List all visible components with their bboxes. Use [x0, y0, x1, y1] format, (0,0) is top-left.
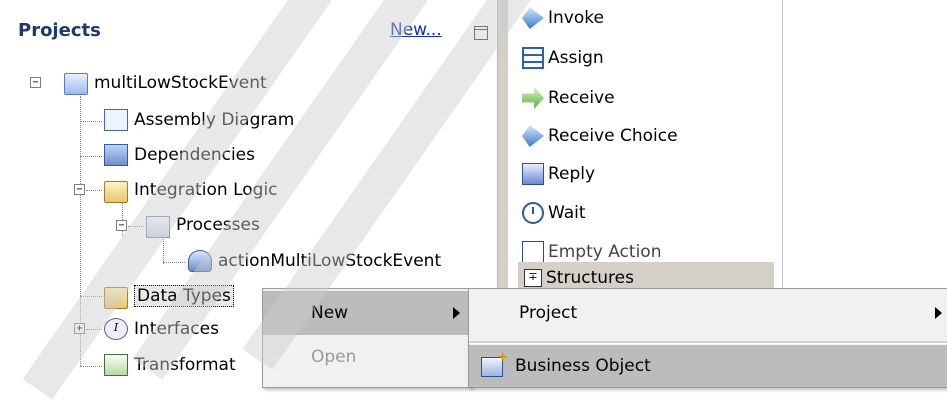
- palette-item-wait[interactable]: Wait: [522, 199, 586, 227]
- tree-item-label: Processes: [176, 215, 260, 235]
- menu-separator: [469, 341, 947, 344]
- palette-item-reply[interactable]: Reply: [522, 160, 595, 188]
- menu-item-label: Business Object: [515, 356, 651, 376]
- palette-item-label: Wait: [548, 203, 586, 223]
- project-icon: [64, 73, 88, 95]
- collapse-toggle[interactable]: −: [30, 77, 41, 88]
- tree-connector: [80, 366, 102, 367]
- projects-panel-title: Projects: [18, 20, 101, 41]
- tree-item-label: Assembly Diagram: [134, 110, 295, 130]
- menu-item-label: Open: [311, 347, 357, 367]
- palette-item-label: Receive: [548, 88, 615, 108]
- clock-icon: [522, 202, 544, 224]
- structures-icon: ∓: [524, 269, 542, 287]
- tree-item-process[interactable]: actionMultiLowStockEvent: [188, 249, 441, 273]
- palette-item-label: Invoke: [548, 8, 604, 28]
- process-icon: [188, 250, 212, 272]
- empty-action-icon: [522, 241, 544, 263]
- business-object-icon: [481, 350, 508, 377]
- new-submenu: Project Business Object: [468, 288, 947, 388]
- transformation-icon: [104, 354, 128, 376]
- tree-item-label: multiLowStockEvent: [94, 73, 267, 93]
- tree-item-dependencies[interactable]: Dependencies: [104, 143, 255, 167]
- assign-icon: [522, 47, 544, 69]
- menu-item-open[interactable]: Open: [263, 335, 471, 379]
- palette-item-label: Empty Action: [548, 242, 662, 262]
- tree-connector: [163, 236, 164, 264]
- tree-connector: [80, 296, 102, 297]
- tree-connector: [86, 329, 102, 330]
- expand-toggle[interactable]: +: [74, 323, 85, 334]
- collapse-toggle[interactable]: −: [74, 184, 85, 195]
- menu-item-project[interactable]: Project: [469, 291, 947, 335]
- tree-item-label: Dependencies: [134, 145, 255, 165]
- interface-icon: I: [104, 318, 128, 340]
- tree-item-label: actionMultiLowStockEvent: [218, 251, 442, 271]
- tree-item-integration-logic[interactable]: Integration Logic: [104, 178, 278, 203]
- folder-icon: [104, 180, 128, 203]
- tree-item-assembly-diagram[interactable]: Assembly Diagram: [104, 108, 294, 132]
- tree-item-interfaces[interactable]: I Interfaces: [104, 317, 219, 341]
- tree-connector: [86, 190, 102, 191]
- dependencies-icon: [104, 144, 128, 166]
- processes-folder-icon: [146, 215, 170, 238]
- assembly-diagram-icon: [104, 109, 128, 131]
- tree-item-processes[interactable]: Processes: [146, 213, 260, 238]
- tree-item-label: Interfaces: [134, 319, 219, 339]
- tree-connector: [80, 121, 102, 122]
- menu-item-new[interactable]: New: [263, 291, 471, 335]
- tree-connector: [163, 262, 185, 263]
- submenu-arrow-icon: [453, 307, 460, 319]
- maximize-icon[interactable]: [474, 26, 488, 40]
- tree-connector: [80, 156, 102, 157]
- new-link[interactable]: New...: [390, 20, 442, 40]
- palette-item-label: Reply: [548, 164, 596, 184]
- palette-item-label: Receive Choice: [548, 126, 678, 146]
- receive-icon: [522, 87, 544, 109]
- tree-item-data-types[interactable]: Data Types: [104, 284, 234, 309]
- submenu-arrow-icon: [935, 307, 942, 319]
- tree-item-project[interactable]: multiLowStockEvent: [64, 71, 267, 95]
- tree-item-label: Integration Logic: [134, 180, 278, 200]
- receive-choice-icon: [522, 125, 544, 147]
- collapse-toggle[interactable]: −: [116, 220, 127, 231]
- tree-item-label: Data Types: [134, 285, 234, 307]
- folder-icon: [104, 286, 128, 309]
- context-menu: New Open: [262, 288, 472, 388]
- reply-icon: [522, 163, 544, 185]
- tree-item-label: Transformat: [134, 355, 236, 375]
- palette-item-receive[interactable]: Receive: [522, 84, 615, 112]
- palette-item-receive-choice[interactable]: Receive Choice: [522, 122, 678, 150]
- palette-drawer-label: Structures: [546, 268, 634, 288]
- invoke-icon: [522, 7, 544, 29]
- palette-item-assign[interactable]: Assign: [522, 44, 604, 72]
- tree-item-transformations[interactable]: Transformat: [104, 353, 236, 377]
- palette-item-invoke[interactable]: Invoke: [522, 4, 604, 32]
- tree-connector: [128, 226, 144, 227]
- menu-item-label: New: [311, 303, 349, 323]
- palette-item-label: Assign: [548, 48, 604, 68]
- menu-item-label: Project: [519, 303, 578, 323]
- menu-item-business-object[interactable]: Business Object: [469, 345, 947, 387]
- palette-drawer-structures[interactable]: ∓ Structures: [518, 262, 774, 290]
